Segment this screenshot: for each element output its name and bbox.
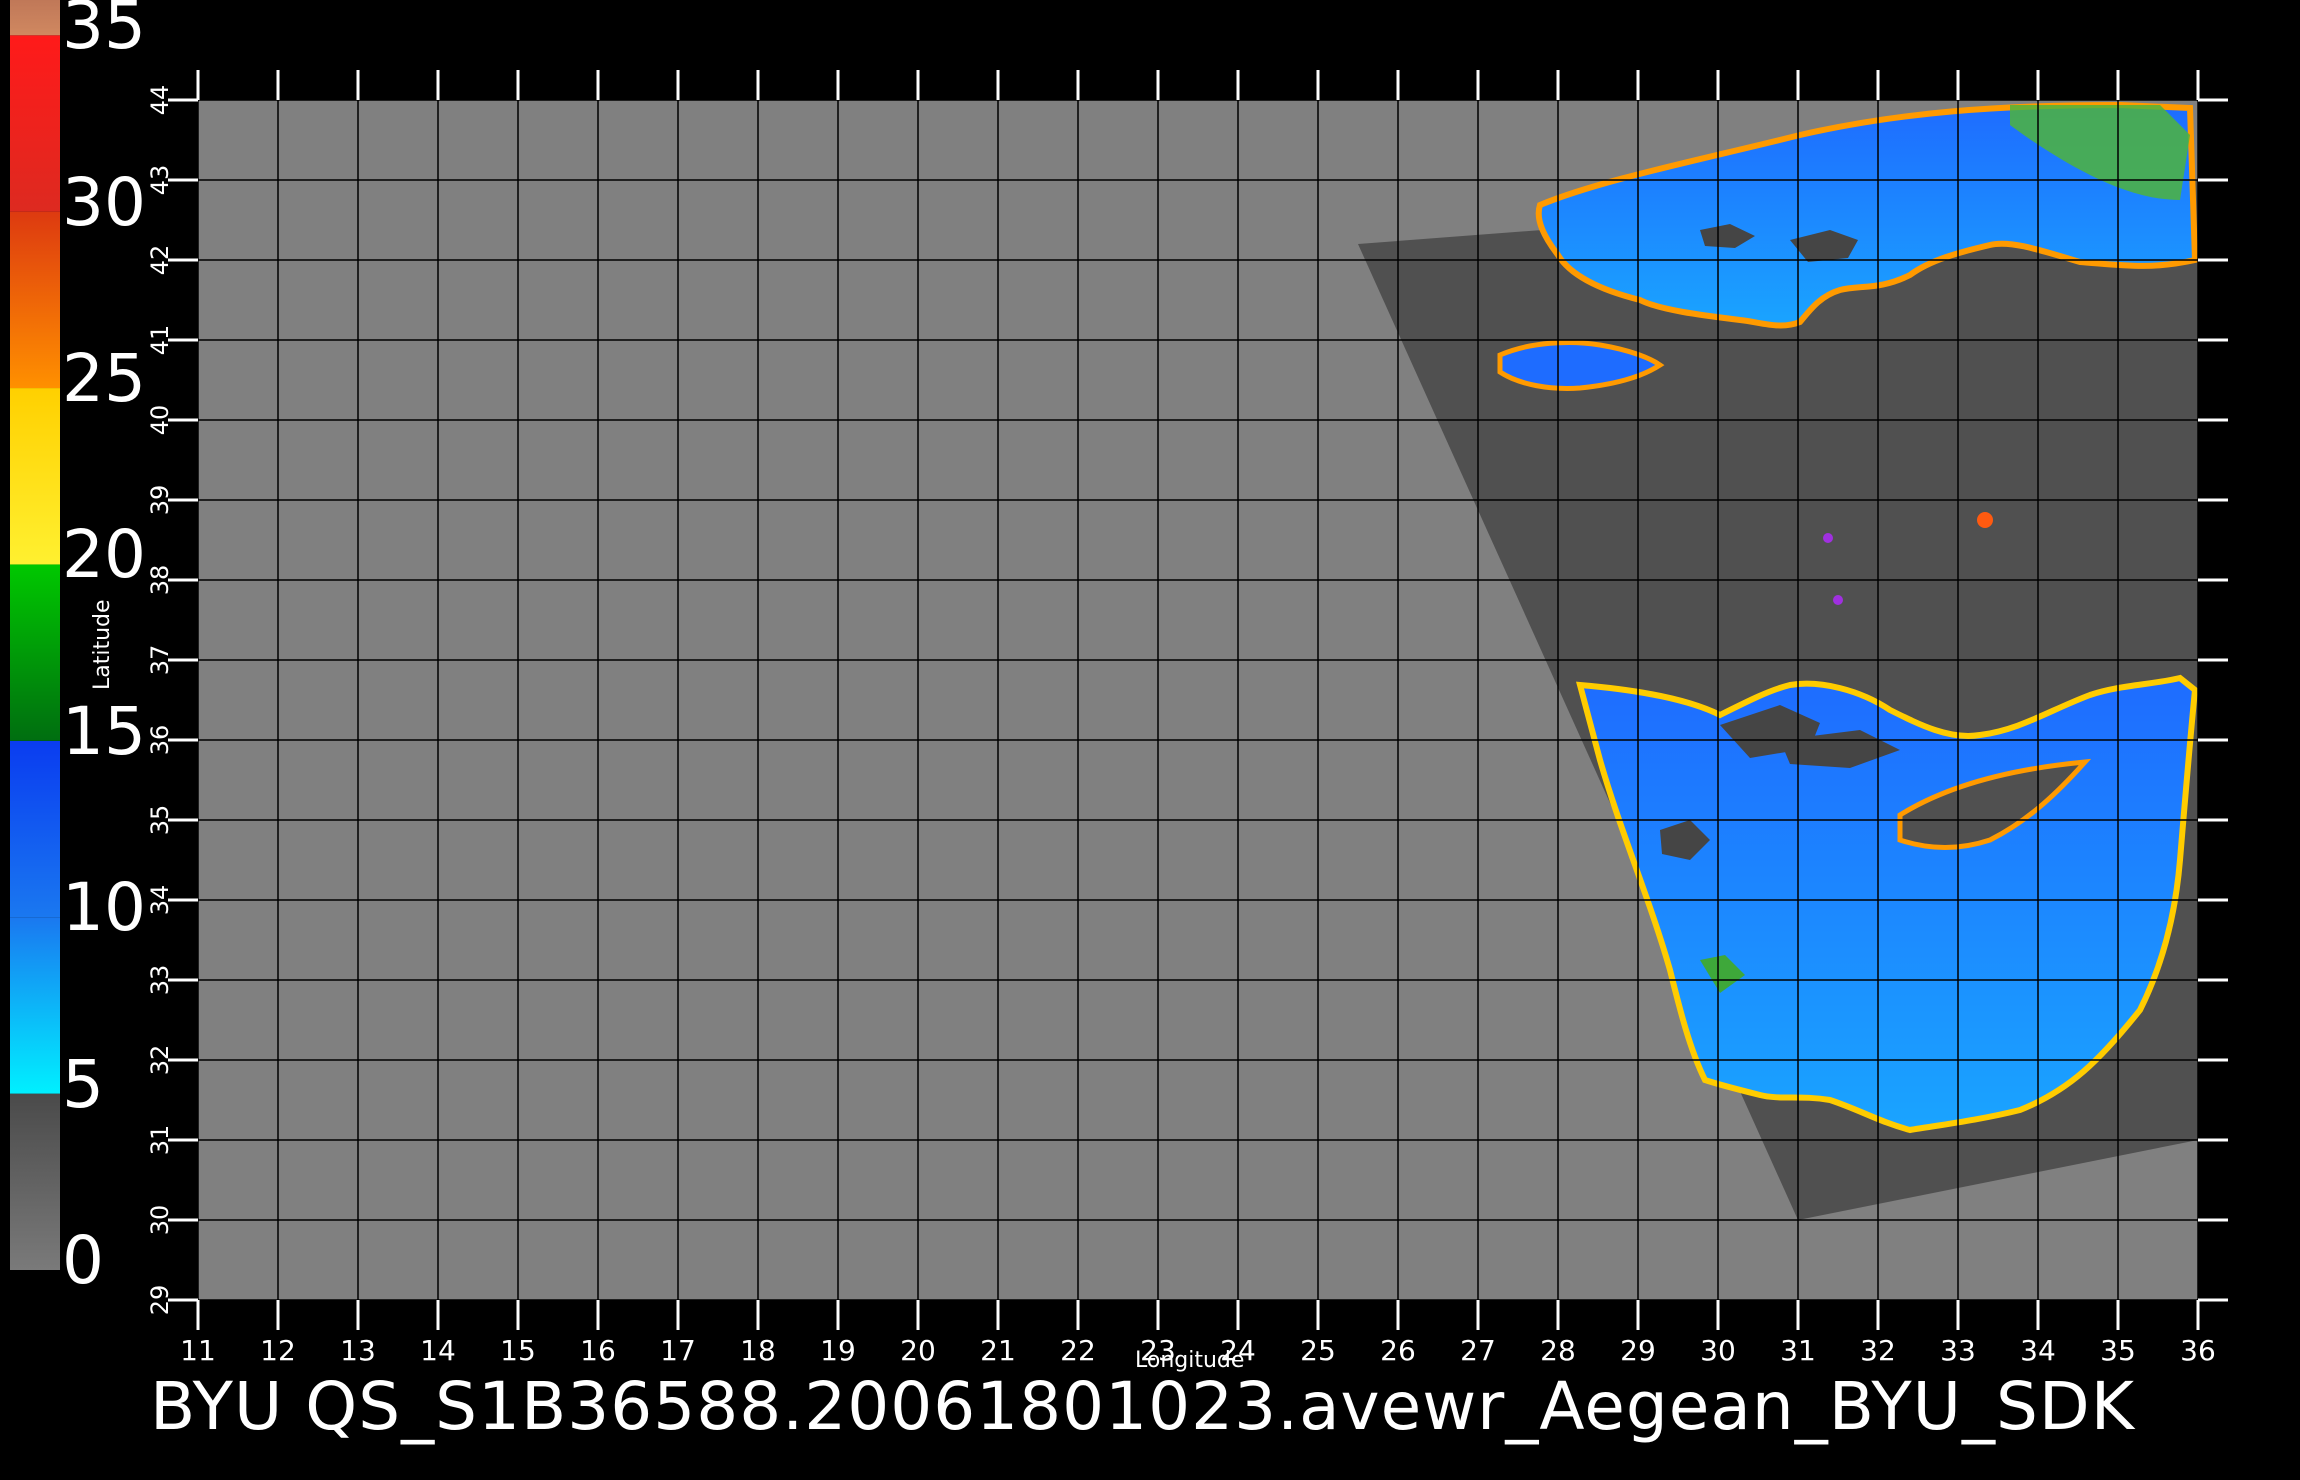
map-panel: 11 12 13 14 15 16 17 18 19 20 21 22 23 24 25 26 27 28 29 30… — [146, 70, 2228, 1367]
longitude-tick-label: 35 — [2100, 1334, 2136, 1367]
longitude-tick-label: 26 — [1380, 1334, 1416, 1367]
latitude-tick-label: 36 — [146, 725, 174, 756]
longitude-tick-label: 34 — [2020, 1334, 2056, 1367]
longitude-tick-label: 21 — [980, 1334, 1016, 1367]
y-axis-label: Latitude — [90, 599, 115, 690]
longitude-tick-label: 33 — [1940, 1334, 1976, 1367]
wind-speed-colorbar — [10, 0, 60, 1270]
latitude-tick-label: 31 — [146, 1125, 174, 1156]
longitude-tick-label: 25 — [1300, 1334, 1336, 1367]
longitude-tick-label: 17 — [660, 1334, 696, 1367]
latitude-tick-label: 41 — [146, 325, 174, 356]
island-marker — [1823, 533, 1833, 543]
colorbar-tick-label: 5 — [62, 1045, 104, 1123]
colorbar-band — [10, 740, 60, 918]
colorbar-tick-label: 35 — [62, 0, 146, 65]
latitude-tick-label: 44 — [146, 85, 174, 116]
wind-map-figure: 11 12 13 14 15 16 17 18 19 20 21 22 23 24 25 26 27 28 29 30… — [10, 0, 2228, 1367]
longitude-tick-label: 28 — [1540, 1334, 1576, 1367]
longitude-tick-label: 36 — [2180, 1334, 2216, 1367]
latitude-tick-label: 40 — [146, 405, 174, 436]
longitude-tick-label: 30 — [1700, 1334, 1736, 1367]
colorbar-band — [10, 35, 60, 212]
colorbar-band — [10, 211, 60, 389]
colorbar-band — [10, 388, 60, 565]
latitude-tick-label: 34 — [146, 885, 174, 916]
longitude-tick-label: 31 — [1780, 1334, 1816, 1367]
latitude-tick-label: 38 — [146, 565, 174, 596]
colorbar-tick-label: 30 — [62, 163, 146, 241]
latitude-tick-label: 43 — [146, 165, 174, 196]
footer-caption: BYU QS_S1B36588.20061801023.avewr_Aegean… — [150, 1368, 2135, 1445]
latitude-tick-label: 29 — [146, 1285, 174, 1316]
latitude-tick-label: 39 — [146, 485, 174, 516]
colorbar-tick-label: 25 — [62, 340, 146, 418]
longitude-tick-label: 27 — [1460, 1334, 1496, 1367]
colorbar-band — [10, 917, 60, 1094]
latitude-tick-label: 37 — [146, 645, 174, 676]
longitude-tick-label: 20 — [900, 1334, 936, 1367]
island-marker — [1833, 595, 1843, 605]
colorbar-tick-label: 10 — [62, 869, 146, 947]
latitude-tick-label: 35 — [146, 805, 174, 836]
longitude-tick-label: 13 — [340, 1334, 376, 1367]
latitude-tick-label: 30 — [146, 1205, 174, 1236]
longitude-tick-label: 22 — [1060, 1334, 1096, 1367]
longitude-tick-label: 12 — [260, 1334, 296, 1367]
colorbar-tick-label: 0 — [62, 1222, 104, 1299]
longitude-tick-label: 29 — [1620, 1334, 1656, 1367]
longitude-tick-label: 32 — [1860, 1334, 1896, 1367]
latitude-tick-label: 32 — [146, 1045, 174, 1076]
latitude-tick-label: 33 — [146, 965, 174, 996]
longitude-tick-label: 15 — [500, 1334, 536, 1367]
island-marker — [1977, 512, 1993, 528]
colorbar-tick-label: 20 — [62, 516, 146, 594]
longitude-tick-label: 19 — [820, 1334, 856, 1367]
longitude-tick-label: 14 — [420, 1334, 456, 1367]
colorbar-band — [10, 564, 60, 741]
colorbar-band — [10, 1093, 60, 1270]
longitude-tick-label: 11 — [180, 1334, 216, 1367]
longitude-tick-label: 18 — [740, 1334, 776, 1367]
longitude-tick-label: 16 — [580, 1334, 616, 1367]
colorbar-tick-label: 15 — [62, 692, 146, 770]
colorbar-band — [10, 0, 60, 36]
latitude-tick-label: 42 — [146, 245, 174, 276]
